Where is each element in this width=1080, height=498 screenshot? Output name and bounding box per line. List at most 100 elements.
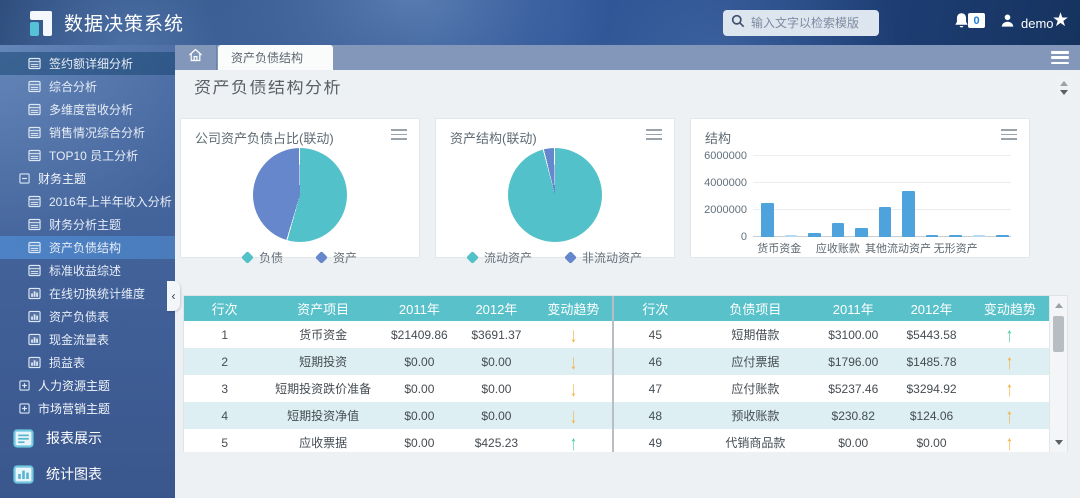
star-icon[interactable]: ★	[1052, 9, 1069, 32]
legend-label: 负债	[258, 251, 283, 265]
table-row[interactable]: 3 短期投资跌价准备 $0.00 $0.00 ↓	[184, 375, 612, 402]
legend-item[interactable]: 流动资产	[466, 249, 532, 266]
table-cell: 代销商品款	[725, 436, 786, 450]
sidebar-item-entry[interactable]: 人力资源主题	[0, 374, 175, 397]
sidebar-collapse-icon[interactable]: ‹	[167, 281, 180, 311]
table-cell: $0.00	[404, 408, 435, 423]
panel-menu-icon[interactable]	[1001, 129, 1017, 140]
trend-up-icon: ↑	[1006, 377, 1014, 400]
table-row[interactable]: 4 短期投资净值 $0.00 $0.00 ↓	[184, 402, 612, 429]
scroll-up-icon[interactable]	[1055, 303, 1063, 308]
bar[interactable]: 应收账款	[816, 223, 860, 255]
column-header[interactable]: 行次	[184, 296, 265, 321]
home-tab[interactable]	[175, 45, 217, 70]
trend-cell: ↓	[535, 402, 612, 429]
sidebar-item-entry[interactable]: 财务主题	[0, 167, 175, 190]
bar[interactable]: 其他流动资产	[865, 207, 931, 255]
table-row[interactable]: 45 短期借款 $3100.00 $5443.58 ↑	[614, 321, 1049, 348]
sidebar-item-section[interactable]: 统计图表	[0, 456, 175, 492]
table-cell: $0.00	[404, 381, 435, 396]
chart-icon	[28, 287, 41, 300]
table-cell: $3691.37	[471, 327, 522, 342]
bar-chart-structure[interactable]: 0 2000000 4000000 6000000 货币资金 应收账款 其他流动资产 无形资产	[704, 150, 1015, 255]
table-row[interactable]: 48 预收账款 $230.82 $124.06 ↑	[614, 402, 1049, 429]
table-row[interactable]: 47 应付账款 $5237.46 $3294.92 ↑	[614, 375, 1049, 402]
table-cell: 短期投资跌价准备	[275, 382, 372, 396]
scroll-up-icon[interactable]	[1060, 81, 1068, 86]
column-header[interactable]: 行次	[614, 296, 697, 321]
pie-chart-asset-structure[interactable]	[508, 148, 602, 242]
sidebar-item-entry[interactable]: 签约额详细分析	[0, 52, 175, 75]
notification-button[interactable]: 0	[953, 12, 985, 35]
sidebar-item-entry[interactable]: 损益表	[0, 351, 175, 374]
bar[interactable]	[972, 235, 986, 237]
bar[interactable]	[902, 191, 915, 237]
template-search[interactable]	[723, 10, 879, 36]
page-scroll-widget[interactable]	[1057, 76, 1071, 100]
sidebar-item-label: 在线切换统计维度	[49, 287, 146, 301]
bar[interactable]	[996, 235, 1010, 237]
column-header[interactable]: 2012年	[458, 296, 535, 321]
column-header[interactable]: 变动趋势	[971, 296, 1049, 321]
table-cell: $3100.00	[828, 327, 879, 342]
sidebar-item-entry[interactable]: 市场营销主题	[0, 397, 175, 420]
table-row[interactable]: 5 应收票据 $0.00 $425.23 ↑	[184, 429, 612, 452]
bar[interactable]	[925, 235, 939, 237]
table-cell: 应收票据	[299, 436, 348, 450]
sidebar-item-entry[interactable]: TOP10 员工分析	[0, 144, 175, 167]
sidebar-item-entry[interactable]: 标准收益综述	[0, 259, 175, 282]
search-input[interactable]	[751, 16, 871, 30]
panel-menu-icon[interactable]	[391, 129, 407, 140]
bar-series: 货币资金 应收账款 其他流动资产 无形资产	[757, 151, 1010, 255]
bar[interactable]: 无形资产	[934, 235, 978, 255]
panel-liability-ratio: 公司资产负债占比(联动) 负债 资产	[180, 118, 420, 265]
legend-item[interactable]: 资产	[315, 249, 357, 266]
sidebar-item-entry[interactable]: 资产负债结构	[0, 236, 175, 259]
bar[interactable]	[784, 235, 798, 237]
sidebar-item-entry[interactable]: 销售情况综合分析	[0, 121, 175, 144]
username: demo	[1021, 15, 1054, 31]
table-row[interactable]: 2 短期投资 $0.00 $0.00 ↓	[184, 348, 612, 375]
table-row[interactable]: 1 货币资金 $21409.86 $3691.37 ↓	[184, 321, 612, 348]
sidebar-item-entry[interactable]: 财务分析主题	[0, 213, 175, 236]
column-header[interactable]: 2011年	[381, 296, 458, 321]
table-row[interactable]: 46 应付票据 $1796.00 $1485.78 ↑	[614, 348, 1049, 375]
column-header[interactable]: 2012年	[892, 296, 970, 321]
panel-title: 资产结构(联动)	[450, 131, 537, 146]
bar[interactable]	[808, 233, 821, 237]
table-scrollbar[interactable]	[1049, 296, 1067, 452]
tab-active[interactable]: 资产负债结构	[218, 45, 334, 70]
report-icon	[28, 195, 41, 208]
sidebar-item-entry[interactable]: 多维度营收分析	[0, 98, 175, 121]
bar[interactable]	[855, 228, 868, 237]
legend-marker-icon	[241, 251, 254, 264]
trend-down-icon: ↓	[569, 404, 578, 427]
column-header[interactable]: 资产项目	[265, 296, 381, 321]
sidebar-item-entry[interactable]: 2016年上半年收入分析	[0, 190, 175, 213]
tab-bar: 资产负债结构	[175, 45, 1080, 70]
legend-item[interactable]: 非流动资产	[564, 249, 642, 266]
column-header[interactable]: 2011年	[814, 296, 892, 321]
user-menu[interactable]: demo	[1000, 13, 1054, 33]
table-cell: 短期借款	[731, 328, 780, 342]
pie-chart-liability-ratio[interactable]	[253, 148, 347, 242]
sidebar-item-section[interactable]: 报表展示	[0, 420, 175, 456]
sidebar-item-entry[interactable]: 综合分析	[0, 75, 175, 98]
legend-item[interactable]: 负债	[241, 249, 283, 266]
scrollbar-thumb[interactable]	[1053, 316, 1064, 352]
sidebar-item-entry[interactable]: 现金流量表	[0, 328, 175, 351]
column-header[interactable]: 变动趋势	[535, 296, 612, 321]
sidebar-item-entry[interactable]: 资产负债表	[0, 305, 175, 328]
column-header[interactable]: 负债项目	[697, 296, 814, 321]
table-cell: $21409.86	[391, 327, 448, 342]
table-cell: $5237.46	[828, 381, 879, 396]
bar[interactable]: 货币资金	[757, 203, 801, 255]
panel-menu-icon[interactable]	[646, 129, 662, 140]
table-row[interactable]: 49 代销商品款 $0.00 $0.00 ↑	[614, 429, 1049, 452]
scroll-down-icon[interactable]	[1060, 90, 1068, 95]
sidebar-item-entry[interactable]: 在线切换统计维度	[0, 282, 175, 305]
sidebar-item-label: 财务分析主题	[49, 218, 122, 232]
trend-up-icon: ↑	[1006, 323, 1014, 346]
menu-icon[interactable]	[1051, 51, 1069, 64]
scroll-down-icon[interactable]	[1055, 440, 1063, 445]
